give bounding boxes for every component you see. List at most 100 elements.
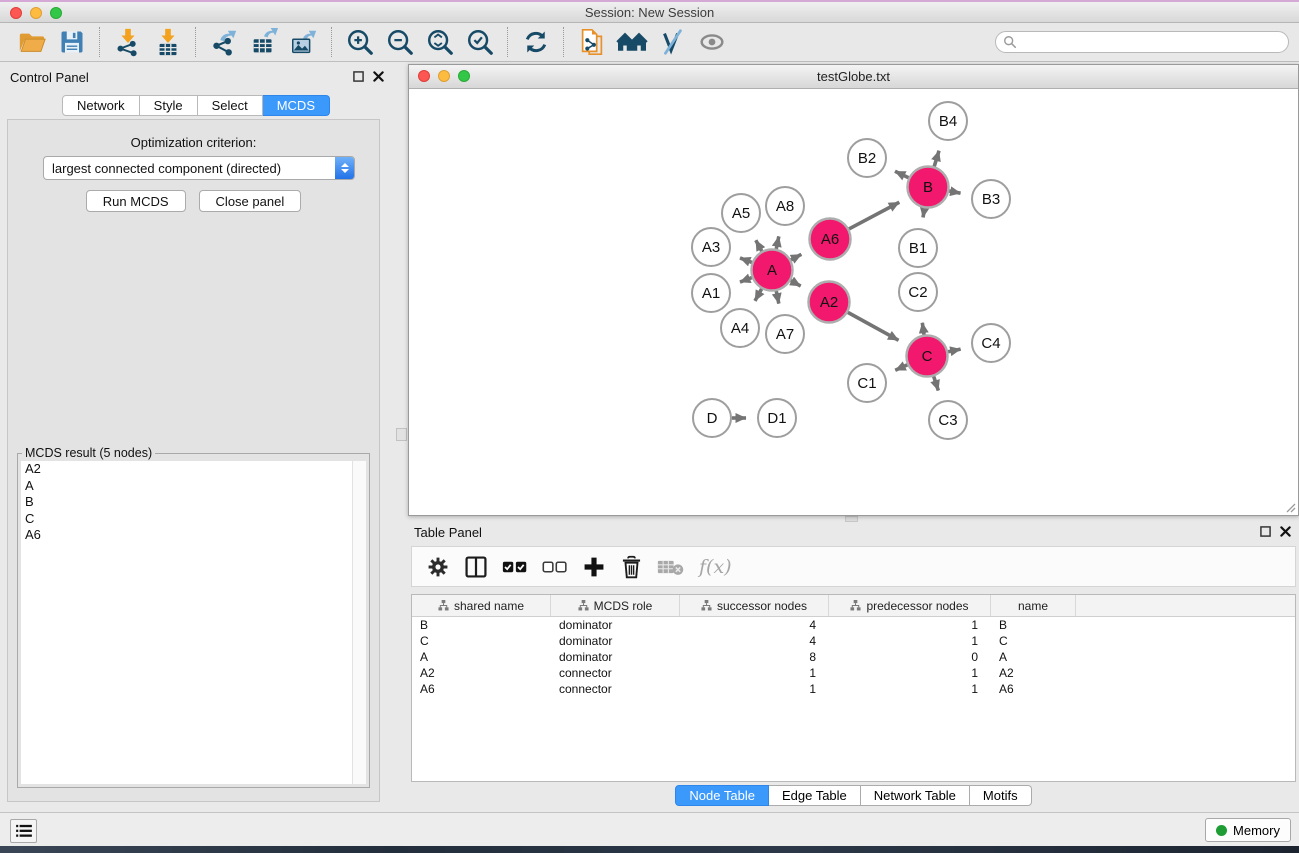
search-field[interactable]: [995, 31, 1289, 53]
mcds-result-item[interactable]: A6: [21, 527, 353, 544]
mcds-result-list[interactable]: A2ABCA6: [21, 461, 353, 784]
open-file-button[interactable]: [12, 25, 52, 59]
float-panel-icon[interactable]: [353, 71, 364, 82]
table-row[interactable]: Cdominator41C: [412, 633, 1295, 649]
toggle-graphics-details-button[interactable]: [652, 25, 692, 59]
show-hide-panel-button[interactable]: [692, 25, 732, 59]
task-history-button[interactable]: [10, 819, 37, 843]
table-cell[interactable]: A6: [991, 682, 1076, 696]
float-panel-icon[interactable]: [1260, 526, 1271, 537]
column-header[interactable]: shared name: [412, 595, 551, 616]
edge-A2-C[interactable]: [848, 312, 899, 340]
unselect-all-columns-button[interactable]: [542, 552, 568, 582]
export-network-button[interactable]: [204, 25, 244, 59]
table-cell[interactable]: 4: [680, 634, 829, 648]
select-all-columns-button[interactable]: [502, 552, 528, 582]
table-cell[interactable]: B: [412, 618, 551, 632]
network-window-titlebar[interactable]: testGlobe.txt: [409, 65, 1298, 89]
mcds-result-scrollbar[interactable]: [352, 461, 366, 784]
export-table-button[interactable]: [244, 25, 284, 59]
table-cell[interactable]: 1: [829, 666, 991, 680]
edge-A-A7[interactable]: [776, 291, 779, 304]
table-row[interactable]: Bdominator41B: [412, 617, 1295, 633]
edge-C-C3[interactable]: [934, 376, 939, 390]
close-panel-icon[interactable]: [1280, 526, 1291, 537]
table-tab-network-table[interactable]: Network Table: [861, 785, 970, 806]
table-tab-edge-table[interactable]: Edge Table: [769, 785, 861, 806]
edge-C-C4[interactable]: [948, 349, 961, 352]
table-cell[interactable]: 4: [680, 618, 829, 632]
zoom-selected-button[interactable]: [460, 25, 500, 59]
zoom-in-button[interactable]: [340, 25, 380, 59]
table-cell[interactable]: 1: [829, 634, 991, 648]
export-image-button[interactable]: [284, 25, 324, 59]
table-tab-node-table[interactable]: Node Table: [675, 785, 769, 806]
edge-B-B2[interactable]: [895, 171, 909, 177]
table-cell[interactable]: dominator: [551, 650, 680, 664]
close-panel-button[interactable]: Close panel: [199, 190, 302, 212]
import-network-button[interactable]: [108, 25, 148, 59]
column-header[interactable]: MCDS role: [551, 595, 680, 616]
control-tab-select[interactable]: Select: [198, 95, 263, 116]
table-cell[interactable]: 1: [829, 682, 991, 696]
table-cell[interactable]: A2: [991, 666, 1076, 680]
edge-A-A6[interactable]: [791, 254, 801, 260]
toggle-column-view-button[interactable]: [464, 552, 488, 582]
edge-B-B4[interactable]: [934, 151, 939, 167]
column-header[interactable]: predecessor nodes: [829, 595, 991, 616]
table-cell[interactable]: A2: [412, 666, 551, 680]
table-cell[interactable]: A: [991, 650, 1076, 664]
create-column-button[interactable]: [582, 552, 606, 582]
edge-A-A1[interactable]: [740, 278, 752, 282]
node-table[interactable]: shared nameMCDS rolesuccessor nodesprede…: [411, 594, 1296, 782]
table-cell[interactable]: 1: [680, 682, 829, 696]
table-row[interactable]: Adominator80A: [412, 649, 1295, 665]
table-cell[interactable]: 1: [829, 618, 991, 632]
close-panel-icon[interactable]: [373, 71, 384, 82]
column-header[interactable]: successor nodes: [680, 595, 829, 616]
home-view-button[interactable]: [612, 25, 652, 59]
table-cell[interactable]: connector: [551, 682, 680, 696]
table-cell[interactable]: 8: [680, 650, 829, 664]
column-header[interactable]: name: [991, 595, 1076, 616]
edge-B-B1[interactable]: [923, 208, 925, 217]
mcds-result-item[interactable]: C: [21, 511, 353, 528]
control-tab-style[interactable]: Style: [140, 95, 198, 116]
control-tab-mcds[interactable]: MCDS: [263, 95, 330, 116]
table-tab-motifs[interactable]: Motifs: [970, 785, 1032, 806]
memory-button[interactable]: Memory: [1205, 818, 1291, 842]
table-cell[interactable]: 1: [680, 666, 829, 680]
network-canvas[interactable]: B4B2BB3A8A5A6A3B1AA1C2A2A4A7C4CC1DD1C3: [409, 89, 1298, 515]
optimization-criterion-select[interactable]: largest connected component (directed): [43, 156, 355, 180]
zoom-fit-button[interactable]: [420, 25, 460, 59]
table-row[interactable]: A6connector11A6: [412, 681, 1295, 697]
control-tab-network[interactable]: Network: [62, 95, 140, 116]
zoom-out-button[interactable]: [380, 25, 420, 59]
vertical-splitter-grip[interactable]: [396, 428, 407, 441]
window-resize-grip[interactable]: [1284, 501, 1296, 513]
clone-network-button[interactable]: [572, 25, 612, 59]
edge-B-B3[interactable]: [949, 191, 960, 193]
delete-column-button[interactable]: [620, 552, 643, 582]
table-cell[interactable]: dominator: [551, 634, 680, 648]
table-cell[interactable]: connector: [551, 666, 680, 680]
table-cell[interactable]: B: [991, 618, 1076, 632]
mcds-result-item[interactable]: A: [21, 478, 353, 495]
table-row[interactable]: A2connector11A2: [412, 665, 1295, 681]
table-cell[interactable]: 0: [829, 650, 991, 664]
table-settings-button[interactable]: [426, 552, 450, 582]
edge-A-A8[interactable]: [776, 236, 779, 249]
table-cell[interactable]: dominator: [551, 618, 680, 632]
table-cell[interactable]: A: [412, 650, 551, 664]
mcds-result-item[interactable]: B: [21, 494, 353, 511]
edge-A-A2[interactable]: [791, 281, 801, 287]
edge-A-A5[interactable]: [756, 240, 762, 251]
edge-C-C1[interactable]: [895, 365, 907, 370]
table-cell[interactable]: C: [991, 634, 1076, 648]
import-table-button[interactable]: [148, 25, 188, 59]
edge-A-A3[interactable]: [740, 258, 752, 262]
mcds-result-item[interactable]: A2: [21, 461, 353, 478]
edge-A6-B[interactable]: [849, 202, 899, 229]
run-mcds-button[interactable]: Run MCDS: [86, 190, 186, 212]
save-session-button[interactable]: [52, 25, 92, 59]
